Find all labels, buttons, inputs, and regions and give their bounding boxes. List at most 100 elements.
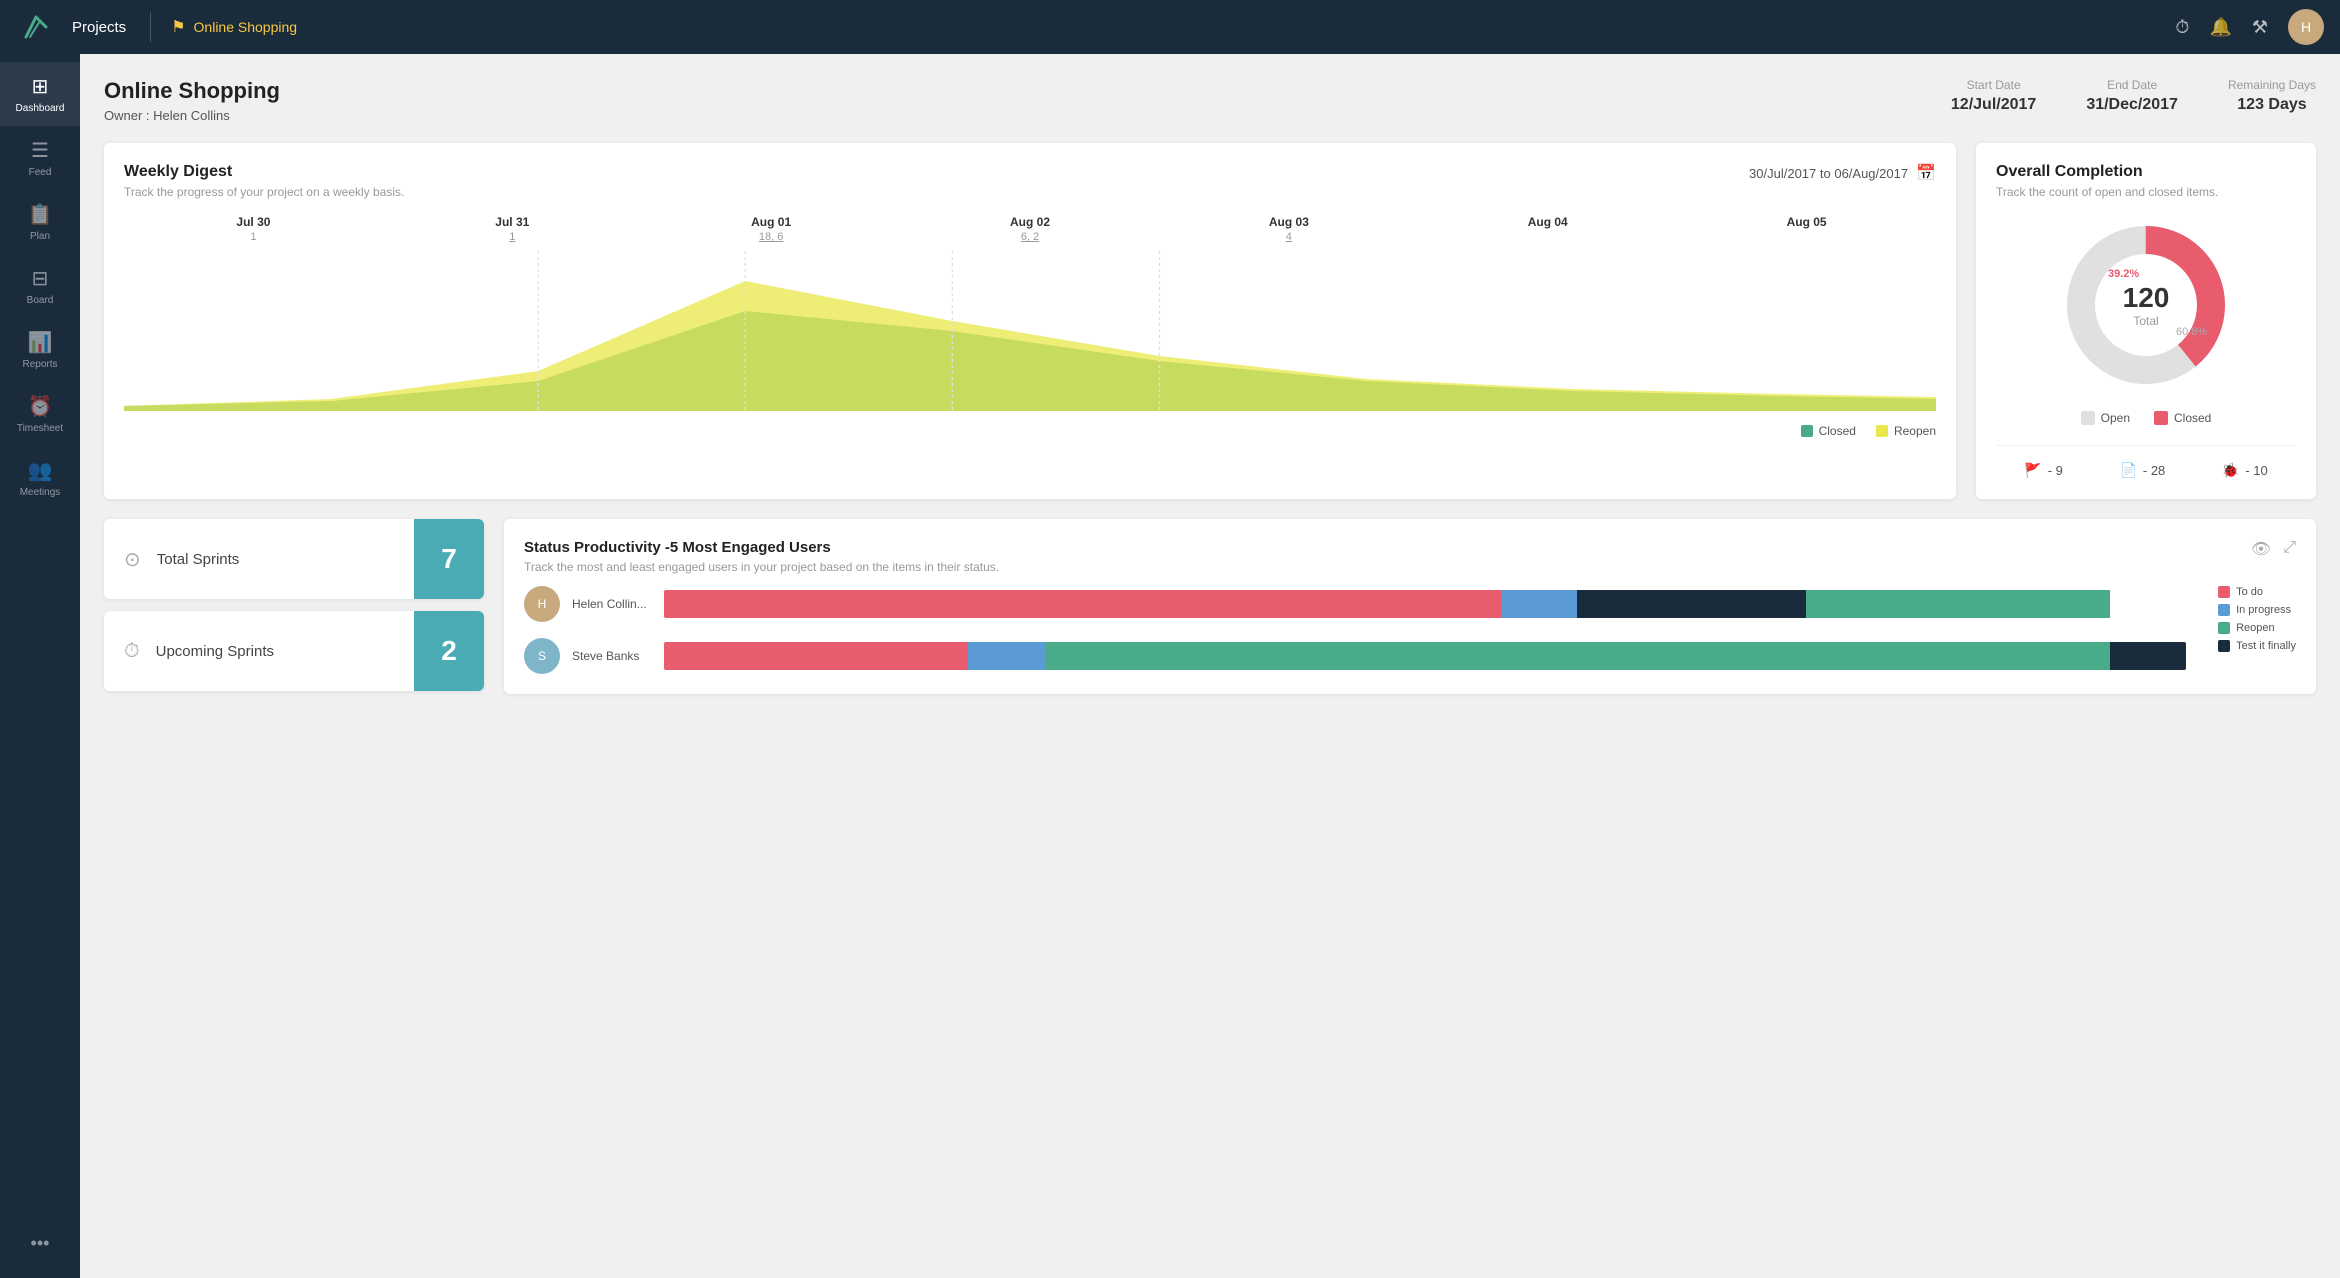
svg-text:39.2%: 39.2%	[2108, 268, 2139, 280]
total-sprints-label: Total Sprints	[157, 551, 240, 568]
sidebar-label-reports: Reports	[22, 359, 57, 370]
total-sprints-icon: ⊙	[124, 547, 141, 572]
test-label: Test it finally	[2236, 640, 2296, 652]
projects-label[interactable]: Projects	[72, 19, 126, 36]
sidebar-label-board: Board	[27, 295, 54, 306]
stat-bug: 🐞 - 10	[2222, 462, 2268, 479]
dashboard-icon: ⊞	[32, 74, 49, 99]
bar-inprogress	[1501, 590, 1577, 618]
productivity-controls: 👁 ⤢	[2251, 539, 2296, 559]
main-grid: Weekly Digest Track the progress of your…	[104, 143, 2316, 499]
total-sprints-card: ⊙ Total Sprints 7	[104, 519, 484, 599]
content-area: Online Shopping Owner : Helen Collins St…	[80, 54, 2340, 1278]
closed-dot	[1801, 425, 1813, 437]
open-legend-label: Open	[2101, 411, 2130, 425]
productivity-title: Status Productivity -5 Most Engaged User…	[524, 539, 999, 556]
sidebar-item-timesheet[interactable]: ⏰ Timesheet	[0, 382, 80, 446]
reopen-dot-legend	[2218, 622, 2230, 634]
sidebar-label-timesheet: Timesheet	[17, 423, 63, 434]
remaining-days-value: 123 Days	[2228, 96, 2316, 114]
bug-count: - 10	[2245, 463, 2267, 478]
closed-dot-legend	[2154, 411, 2168, 425]
productivity-subtitle: Track the most and least engaged users i…	[524, 560, 999, 574]
bar-todo-s	[664, 642, 968, 670]
total-sprints-count: 7	[414, 519, 484, 599]
date-col-4: Aug 03 4	[1159, 215, 1418, 243]
user-avatar-steve: S	[524, 638, 560, 674]
user-name-helen: Helen Collin...	[572, 597, 652, 611]
bar-inprogress-s	[968, 642, 1044, 670]
upcoming-sprints-card: ⏱ Upcoming Sprints 2	[104, 611, 484, 691]
upcoming-sprints-icon: ⏱	[124, 640, 140, 663]
user-name-steve: Steve Banks	[572, 649, 652, 663]
sidebar-item-feed[interactable]: ☰ Feed	[0, 126, 80, 190]
user-bars: H Helen Collin... S	[524, 586, 2186, 674]
donut-total: 120	[2123, 282, 2170, 314]
sidebar-item-dashboard[interactable]: ⊞ Dashboard	[0, 62, 80, 126]
start-date-label: Start Date	[1951, 78, 2036, 92]
date-col-2: Aug 01 18, 6	[642, 215, 901, 243]
todo-label: To do	[2236, 586, 2263, 598]
app-logo[interactable]	[16, 7, 56, 47]
total-sprints-info: ⊙ Total Sprints	[104, 547, 414, 572]
donut-total-label: Total	[2123, 314, 2170, 328]
user-avatar[interactable]: H	[2288, 9, 2324, 45]
donut-legend: Open Closed	[1996, 411, 2296, 425]
test-dot	[2218, 640, 2230, 652]
end-date-label: End Date	[2086, 78, 2178, 92]
bottom-grid: ⊙ Total Sprints 7 ⏱ Upcoming Sprints 2	[104, 519, 2316, 694]
chart-dates-row: Jul 30 1 Jul 31 1 Aug 01 18, 6 Aug 02 6,…	[124, 215, 1936, 243]
project-title-section: Online Shopping Owner : Helen Collins	[104, 78, 280, 123]
doc-icon: 📄	[2119, 462, 2136, 479]
digest-header: Weekly Digest Track the progress of your…	[124, 163, 1936, 199]
bar-reopen	[1577, 590, 1805, 618]
sidebar-item-meetings[interactable]: 👥 Meetings	[0, 446, 80, 510]
svg-text:60.8%: 60.8%	[2176, 326, 2207, 338]
digest-title-section: Weekly Digest Track the progress of your…	[124, 163, 404, 199]
sidebar-item-plan[interactable]: 📋 Plan	[0, 190, 80, 254]
reopen-label-legend: Reopen	[2236, 622, 2275, 634]
bar-test-s	[2110, 642, 2186, 670]
feed-icon: ☰	[31, 138, 49, 163]
sidebar-label-dashboard: Dashboard	[16, 103, 65, 114]
calendar-icon[interactable]: 📅	[1916, 163, 1936, 183]
digest-date-text: 30/Jul/2017 to 06/Aug/2017	[1749, 166, 1908, 181]
closed-legend-label: Closed	[2174, 411, 2211, 425]
date-col-0: Jul 30 1	[124, 215, 383, 243]
meetings-icon: 👥	[28, 458, 53, 483]
bar-test	[1806, 590, 2110, 618]
productivity-title-section: Status Productivity -5 Most Engaged User…	[524, 539, 999, 574]
productivity-content: H Helen Collin... S	[524, 586, 2296, 674]
bar-todo	[664, 590, 1501, 618]
sidebar-item-board[interactable]: ⊟ Board	[0, 254, 80, 318]
stat-flag: 🚩 - 9	[2024, 462, 2063, 479]
overall-completion-card: Overall Completion Track the count of op…	[1976, 143, 2316, 499]
project-tab-name: Online Shopping	[194, 19, 298, 35]
sidebar-item-reports[interactable]: 📊 Reports	[0, 318, 80, 382]
sidebar-label-plan: Plan	[30, 231, 50, 242]
eye-icon[interactable]: 👁	[2251, 539, 2271, 559]
date-col-5: Aug 04	[1418, 215, 1677, 243]
productivity-header: Status Productivity -5 Most Engaged User…	[524, 539, 2296, 574]
legend-test: Test it finally	[2218, 640, 2296, 652]
start-date-value: 12/Jul/2017	[1951, 96, 2036, 114]
sidebar: ⊞ Dashboard ☰ Feed 📋 Plan ⊟ Board 📊 Repo…	[0, 54, 80, 1278]
open-dot	[2081, 411, 2095, 425]
digest-date-range: 30/Jul/2017 to 06/Aug/2017 📅	[1749, 163, 1936, 183]
remaining-days-meta: Remaining Days 123 Days	[2228, 78, 2316, 114]
digest-subtitle: Track the progress of your project on a …	[124, 185, 404, 199]
nav-right: ⏱ 🔔 ⚒ H	[2175, 9, 2324, 45]
expand-icon[interactable]: ⤢	[2283, 539, 2296, 559]
notifications-button[interactable]: 🔔	[2209, 17, 2231, 38]
main-wrapper: ⊞ Dashboard ☰ Feed 📋 Plan ⊟ Board 📊 Repo…	[0, 54, 2340, 1278]
user-avatar-helen: H	[524, 586, 560, 622]
history-button[interactable]: ⏱	[2175, 17, 2189, 38]
sidebar-more-button[interactable]: •••	[31, 1217, 50, 1270]
donut-chart: 39.2% 60.8% 120 Total	[1996, 215, 2296, 395]
project-tab[interactable]: ⚑ Online Shopping	[171, 17, 297, 37]
user-row-steve: S Steve Banks	[524, 638, 2186, 674]
reopen-dot	[1876, 425, 1888, 437]
tools-button[interactable]: ⚒	[2252, 17, 2268, 38]
project-header: Online Shopping Owner : Helen Collins St…	[104, 78, 2316, 123]
project-owner: Owner : Helen Collins	[104, 108, 280, 123]
